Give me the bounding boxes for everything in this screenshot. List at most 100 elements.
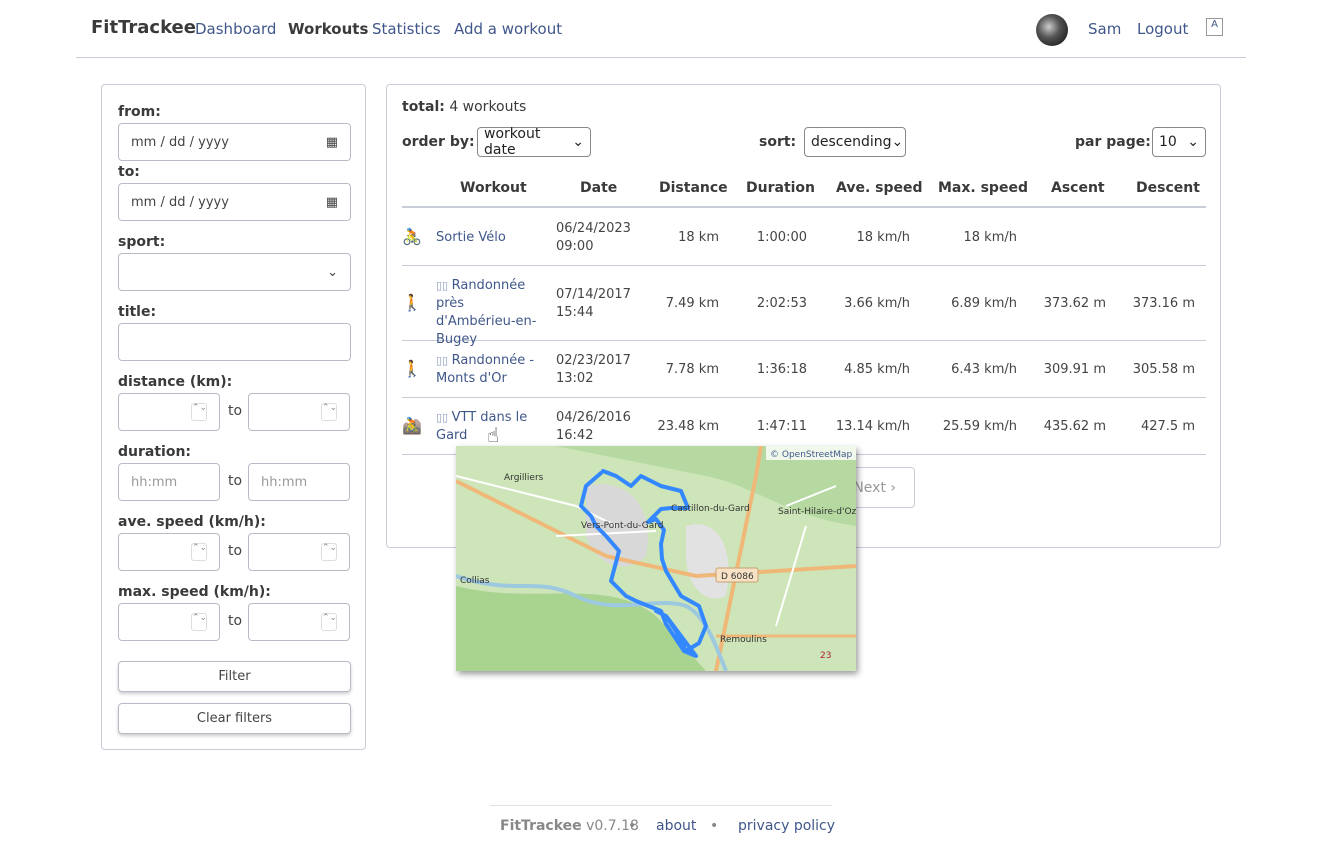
ave-speed-to-input[interactable]: ⌃⌄ [248, 533, 350, 571]
workout-title-link[interactable]: Sortie Vélo [436, 229, 541, 247]
from-date-input[interactable]: mm / dd / yyyy ▦ [118, 123, 351, 161]
cell-ascent: 309.91 m [1043, 361, 1106, 377]
filters-panel: from: mm / dd / yyyy ▦ to: mm / dd / yyyy… [101, 84, 366, 750]
spinner-icon[interactable]: ⌃⌄ [191, 403, 207, 421]
cell-ascent: 435.62 m [1043, 418, 1106, 434]
table-row: 🚶 ▯▯ Randonnée - Monts d'Or 02/23/2017 13:0… [402, 341, 1206, 398]
nav-dashboard[interactable]: Dashboard [195, 20, 276, 38]
map-label: Saint-Hilaire-d'Ozilhan [778, 507, 856, 517]
time: 09:00 [556, 238, 594, 254]
col-workout: Workout [460, 180, 527, 196]
duration-from-input[interactable]: hh:mm [118, 463, 220, 501]
sort-value: descending [811, 134, 892, 150]
order-by-value: workout date [484, 126, 541, 158]
duration-to-input[interactable]: hh:mm [248, 463, 350, 501]
table-row: 🚶 ▯▯ Randonnée près d'Ambérieu-en-Bugey 07… [402, 266, 1206, 347]
spinner-icon[interactable]: ⌃⌄ [191, 543, 207, 561]
footer-app-name: FitTrackee [500, 818, 582, 834]
col-max-speed: Max. speed [938, 180, 1028, 196]
map-label: Castillon-du-Gard [671, 504, 750, 514]
date: 04/26/2016 [556, 409, 631, 425]
nav-statistics[interactable]: Statistics [372, 20, 441, 38]
footer-privacy-link[interactable]: privacy policy [738, 818, 835, 834]
workout-title[interactable]: Randonnée près d'Ambérieu-en-Bugey [436, 278, 536, 347]
workout-title-link[interactable]: ▯▯ Randonnée près d'Ambérieu-en-Bugey [436, 277, 541, 349]
nav-user[interactable]: Sam [1088, 20, 1121, 38]
distance-to-input[interactable]: ⌃⌄ [248, 393, 350, 431]
map-label: Collias [460, 576, 490, 586]
total-label: total: [402, 99, 445, 115]
cell-max: 25.59 km/h [942, 418, 1017, 434]
chevron-down-icon: ⌄ [891, 134, 904, 150]
distance-from-input[interactable]: ⌃⌄ [118, 393, 220, 431]
to-date-value: mm / dd / yyyy [131, 194, 229, 210]
ave-speed-from-input[interactable]: ⌃⌄ [118, 533, 220, 571]
nav-workouts[interactable]: Workouts [288, 20, 368, 38]
workout-title-link[interactable]: ▯▯ Randonnée - Monts d'Or [436, 352, 541, 388]
language-icon[interactable]: A [1206, 18, 1223, 36]
placeholder: hh:mm [261, 474, 308, 490]
cycling-icon: 🚴 [402, 226, 422, 246]
hiking-icon: 🚶 [402, 292, 422, 312]
nav-add-workout[interactable]: Add a workout [454, 20, 562, 38]
avatar[interactable] [1036, 14, 1068, 46]
to-label: to: [118, 164, 140, 180]
col-descent: Descent [1136, 180, 1200, 196]
total-value: 4 workouts [449, 99, 527, 115]
to-date-input[interactable]: mm / dd / yyyy ▦ [118, 183, 351, 221]
sort-label: sort: [759, 134, 797, 150]
workout-date: 02/23/2017 13:02 [556, 352, 631, 388]
chevron-down-icon: ⌄ [327, 264, 338, 280]
footer-brand: FitTrackee v0.7.18 [500, 818, 639, 834]
col-duration: Duration [746, 180, 816, 196]
to-separator: to [228, 403, 243, 419]
map-label: Remoulins [720, 635, 767, 645]
title-input[interactable] [118, 323, 351, 361]
workout-title[interactable]: Randonnée - Monts d'Or [436, 353, 534, 386]
calendar-icon[interactable]: ▦ [326, 195, 338, 210]
date: 06/24/2023 [556, 220, 631, 236]
spinner-icon[interactable]: ⌃⌄ [191, 613, 207, 631]
navbar: FitTrackee Dashboard Workouts Statistics… [76, 0, 1246, 58]
footer-about-link[interactable]: about [656, 818, 696, 834]
hiking-icon: 🚶 [402, 358, 422, 378]
workout-map-preview: Argilliers Castillon-du-Gard Saint-Hilai… [456, 446, 856, 671]
spinner-icon[interactable]: ⌃⌄ [321, 543, 337, 561]
map-icon: ▯▯ [436, 353, 452, 367]
clear-filters-button[interactable]: Clear filters [118, 703, 351, 734]
spinner-icon[interactable]: ⌃⌄ [321, 403, 337, 421]
cell-duration: 1:36:18 [756, 361, 807, 377]
sport-select[interactable]: ⌄ [118, 253, 351, 291]
to-separator: to [228, 543, 243, 559]
header-divider [402, 206, 1206, 208]
max-speed-to-input[interactable]: ⌃⌄ [248, 603, 350, 641]
workout-date: 06/24/2023 09:00 [556, 220, 631, 256]
spinner-icon[interactable]: ⌃⌄ [321, 613, 337, 631]
distance-label: distance (km): [118, 374, 233, 390]
map-attribution[interactable]: © OpenStreetMap [770, 450, 853, 460]
order-by-label: order by: [402, 134, 475, 150]
ave-speed-label: ave. speed (km/h): [118, 514, 266, 530]
table-row: 🚴 Sortie Vélo 06/24/2023 09:00 18 km 1:00:00 1… [402, 209, 1206, 266]
cell-duration: 2:02:53 [756, 295, 807, 311]
from-label: from: [118, 104, 161, 120]
time: 13:02 [556, 370, 594, 386]
calendar-icon[interactable]: ▦ [326, 135, 338, 150]
cell-distance: 23.48 km [657, 418, 719, 434]
cell-distance: 7.78 km [665, 361, 719, 377]
footer-dot: • [710, 818, 719, 834]
cell-descent: 427.5 m [1140, 418, 1195, 434]
per-page-value: 10 [1159, 134, 1177, 150]
max-speed-from-input[interactable]: ⌃⌄ [118, 603, 220, 641]
chevron-down-icon: ⌄ [1187, 134, 1199, 150]
per-page-select[interactable]: 10 ⌄ [1152, 127, 1206, 157]
mountain-biking-icon: 🚵 [402, 415, 422, 435]
sort-select[interactable]: descending ⌄ [804, 127, 906, 157]
nav-logout[interactable]: Logout [1137, 20, 1188, 38]
cell-distance: 18 km [678, 229, 719, 245]
to-separator: to [228, 473, 243, 489]
brand-logo[interactable]: FitTrackee [91, 17, 196, 38]
filter-button[interactable]: Filter [118, 661, 351, 692]
order-by-select[interactable]: workout date ⌄ [477, 126, 591, 158]
workout-title[interactable]: Sortie Vélo [436, 230, 506, 245]
